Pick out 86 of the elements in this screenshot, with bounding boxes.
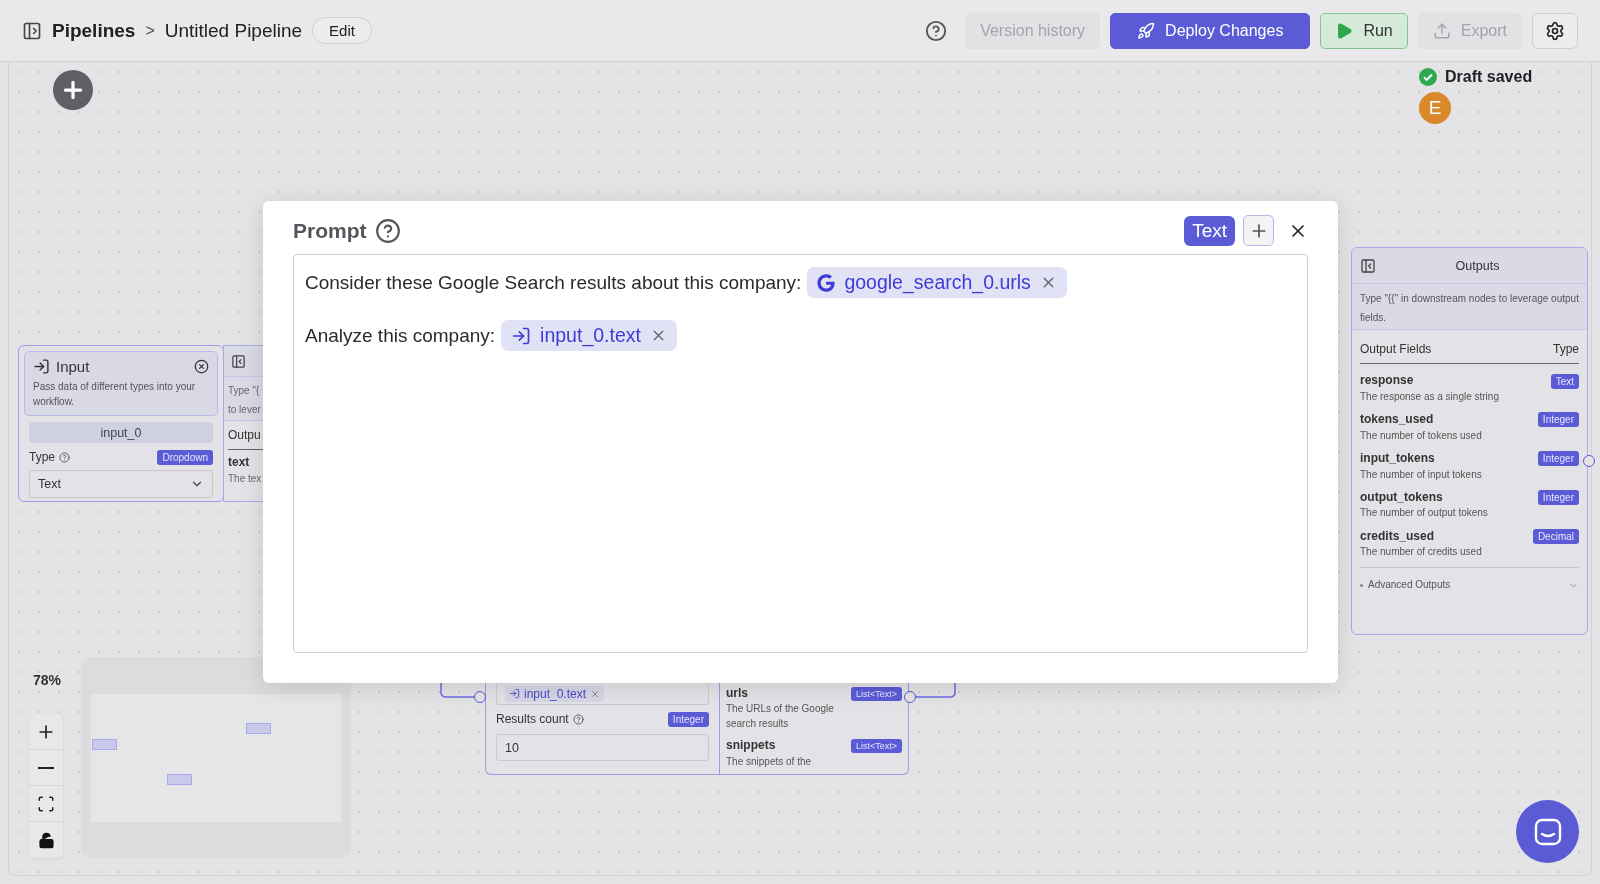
field-name: output_tokens [1360,489,1443,507]
node-name-field[interactable]: input_0 [29,422,213,443]
save-status: Draft saved [1445,68,1533,86]
type-badge: Text [1550,373,1579,389]
minus-icon [38,766,54,769]
rocket-icon [1137,21,1156,40]
field-description: The response as a single string [1360,389,1500,404]
chat-icon [1532,816,1563,847]
field-description: The number of input tokens [1360,467,1483,482]
google-icon [817,273,836,292]
field-description: The number of tokens used [1360,428,1483,443]
prompt-text: Analyze this company: [305,324,496,347]
column-header: Type [1553,341,1579,358]
advanced-outputs-toggle[interactable]: Advanced Outputs [1360,577,1579,593]
help-icon[interactable] [374,217,401,244]
variable-chip[interactable]: google_search_0.urls [807,267,1067,298]
breadcrumb-separator: > [145,21,155,40]
type-badge: Integer [1537,490,1579,506]
results-count-field[interactable]: 10 [496,734,709,762]
check-circle-icon [1419,68,1437,86]
field-description: The URLs of the Google search results [726,702,835,731]
field-name: tokens_used [1360,411,1434,429]
type-badge: List<Text> [850,686,902,701]
close-icon[interactable] [194,359,209,374]
field-description: The tex [228,471,263,486]
node-title: Input [56,358,90,375]
zoom-level: 78% [33,672,62,688]
type-badge: Dropdown [157,450,213,466]
run-button[interactable]: Run [1320,12,1408,49]
pipeline-title: Untitled Pipeline [164,19,303,42]
edit-button[interactable]: Edit [312,17,372,44]
type-badge: Integer [1537,451,1579,467]
field-name: snippets [726,737,776,755]
prompt-text: Consider these Google Search results about this company: [305,271,802,294]
minimap-node [246,722,271,734]
close-icon [590,688,601,699]
type-badge: Integer [667,712,709,728]
field-description: The number of credits used [1360,545,1483,560]
variable-chip[interactable]: input_0.text [505,685,605,702]
help-icon[interactable] [925,19,948,42]
panel-title: Outputs [1454,258,1501,273]
field-name: input_tokens [1360,450,1435,468]
collapse-icon[interactable] [1360,257,1376,274]
input-arrow-icon [33,358,50,375]
node-description: Pass data of different types into your workflow. [33,380,197,409]
deploy-button[interactable]: Deploy Changes [1110,12,1311,49]
dialog-title: Prompt [293,218,367,243]
input-arrow-icon [509,688,520,699]
field-name: credits_used [1360,527,1435,545]
field-description: The number of output tokens [1360,506,1489,521]
input-arrow-icon [511,325,532,346]
field-name: urls [726,685,748,702]
panel-hint: Type "{{" in downstream nodes to leverage output fields. [1360,293,1579,323]
mode-tag[interactable]: Text [1184,215,1235,246]
settings-button[interactable] [1532,12,1578,49]
panel-hint: Type "{ [228,385,260,396]
lock-icon [37,831,55,849]
prompt-editor[interactable]: Consider these Google Search results about this company: google_search_0.urls Analyze this company: input_0.text [293,254,1308,653]
add-button[interactable] [1243,215,1274,246]
minimap-node [167,773,192,785]
panel-hint: to lever [228,403,261,415]
settings-icon [1545,20,1565,41]
add-node-button[interactable] [53,70,93,110]
type-select[interactable]: Text [29,470,213,499]
type-badge: Decimal [1532,529,1579,545]
play-icon [1335,21,1354,40]
field-label: Type [29,449,55,466]
fit-view-icon [37,794,55,813]
connection-line [440,683,474,698]
upload-icon [1432,21,1451,40]
help-icon [59,452,70,464]
sidebar-toggle-icon[interactable] [22,20,42,41]
variable-chip[interactable]: input_0.text [501,320,677,351]
column-header: Outpu [228,427,261,444]
field-description: The snippets of the [726,754,813,769]
collapse-icon[interactable] [231,353,246,369]
column-header: Output Fields [1360,341,1432,358]
type-badge: List<Text> [850,739,902,754]
minimap-node [92,738,117,750]
field-label: Results count [496,711,569,728]
help-icon [572,714,584,726]
breadcrumb-link[interactable]: Pipelines [52,19,136,42]
field-name: text [228,454,251,472]
connection-line [916,683,956,698]
field-name: response [1360,372,1414,390]
type-badge: Integer [1537,412,1579,428]
